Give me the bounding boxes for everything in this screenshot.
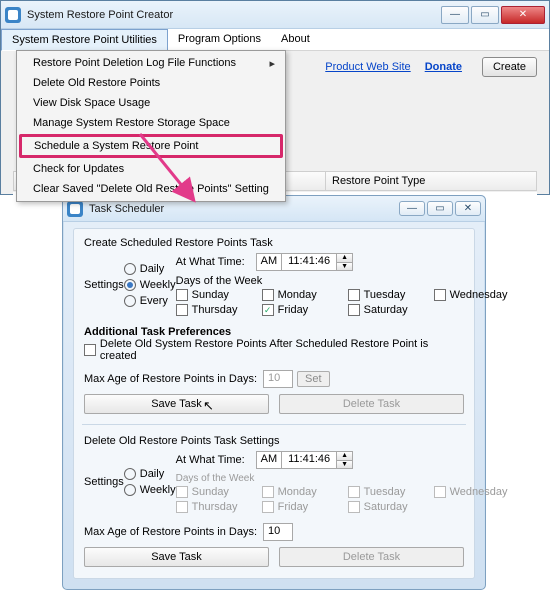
time-label-2: At What Time:: [176, 454, 256, 466]
cursor-icon: ↖: [203, 398, 214, 414]
chk-friday[interactable]: Friday: [262, 304, 348, 316]
time-up-icon[interactable]: ▲: [336, 254, 352, 263]
maximize-button[interactable]: ▭: [471, 6, 499, 24]
scheduler-window: Task Scheduler — ▭ ✕ Create Scheduled Re…: [62, 195, 486, 590]
time-down-icon-2[interactable]: ▼: [336, 461, 352, 469]
delete-task-heading: Delete Old Restore Points Task Settings: [84, 435, 464, 447]
minimize-button[interactable]: —: [441, 6, 469, 24]
dd-schedule[interactable]: Schedule a System Restore Point: [19, 134, 283, 158]
chk-thursday[interactable]: Thursday: [176, 304, 262, 316]
settings-label: Settings: [84, 279, 124, 291]
col-type-header: Restore Point Type: [326, 172, 536, 190]
main-title: System Restore Point Creator: [27, 9, 439, 21]
chk-wednesday[interactable]: Wednesday: [434, 289, 520, 301]
days-label-2: Days of the Week: [176, 473, 520, 484]
donate-link[interactable]: Donate: [425, 61, 462, 73]
scheduler-body: Create Scheduled Restore Points Task Set…: [73, 228, 475, 579]
time-label: At What Time:: [176, 256, 256, 268]
close-button[interactable]: ✕: [501, 6, 545, 24]
maxage-label-2: Max Age of Restore Points in Days:: [84, 526, 257, 538]
save-task-button-2[interactable]: Save Task: [84, 547, 269, 567]
chk-delete-after[interactable]: Delete Old System Restore Points After S…: [84, 338, 464, 362]
radio-weekly[interactable]: Weekly: [124, 279, 176, 291]
menu-utilities[interactable]: System Restore Point Utilities: [1, 29, 168, 51]
time-picker[interactable]: AM 11:41:46 ▲▼: [256, 253, 354, 271]
delete-task-button-2[interactable]: Delete Task: [279, 547, 464, 567]
pref-heading: Additional Task Preferences: [84, 326, 464, 338]
delete-task-button-1[interactable]: Delete Task: [279, 394, 464, 414]
create-task-heading: Create Scheduled Restore Points Task: [84, 237, 464, 249]
dd-delete-old[interactable]: Delete Old Restore Points: [19, 73, 283, 93]
time-down-icon[interactable]: ▼: [336, 263, 352, 271]
main-title-bar: System Restore Point Creator — ▭ ✕: [1, 1, 549, 29]
chk-sunday[interactable]: Sunday: [176, 289, 262, 301]
radio-daily-2[interactable]: Daily: [124, 468, 176, 480]
menu-bar: System Restore Point Utilities Program O…: [1, 29, 549, 51]
dd-disk-usage[interactable]: View Disk Space Usage: [19, 93, 283, 113]
maxage-input-1[interactable]: 10: [263, 370, 293, 388]
chk-saturday[interactable]: Saturday: [348, 304, 434, 316]
scheduler-icon: [67, 201, 83, 217]
time-picker-2[interactable]: AM 11:41:46 ▲▼: [256, 451, 354, 469]
chk-sunday-2: Sunday: [176, 486, 262, 498]
app-icon: [5, 7, 21, 23]
chk-monday-2: Monday: [262, 486, 348, 498]
dd-log-functions[interactable]: Restore Point Deletion Log File Function…: [19, 53, 283, 73]
product-site-link[interactable]: Product Web Site: [325, 61, 410, 73]
create-button[interactable]: Create: [482, 57, 537, 77]
radio-weekly-2[interactable]: Weekly: [124, 484, 176, 496]
dd-clear-saved[interactable]: Clear Saved "Delete Old Restore Points" …: [19, 179, 283, 199]
sched-close-button[interactable]: ✕: [455, 201, 481, 216]
time-up-icon-2[interactable]: ▲: [336, 452, 352, 461]
chk-friday-2: Friday: [262, 501, 348, 513]
maxage-label-1: Max Age of Restore Points in Days:: [84, 373, 257, 385]
dd-storage-space[interactable]: Manage System Restore Storage Space: [19, 113, 283, 133]
chk-saturday-2: Saturday: [348, 501, 434, 513]
chk-thursday-2: Thursday: [176, 501, 262, 513]
radio-every[interactable]: Every: [124, 295, 176, 307]
sched-maximize-button[interactable]: ▭: [427, 201, 453, 216]
save-task-button-1[interactable]: Save Task ↖: [84, 394, 269, 414]
sched-minimize-button[interactable]: —: [399, 201, 425, 216]
chk-tuesday-2: Tuesday: [348, 486, 434, 498]
chk-tuesday[interactable]: Tuesday: [348, 289, 434, 301]
maxage-input-2[interactable]: 10: [263, 523, 293, 541]
radio-daily[interactable]: Daily: [124, 263, 176, 275]
days-label: Days of the Week: [176, 275, 520, 287]
menu-about[interactable]: About: [271, 29, 320, 50]
chk-wednesday-2: Wednesday: [434, 486, 520, 498]
menu-options[interactable]: Program Options: [168, 29, 271, 50]
chk-monday[interactable]: Monday: [262, 289, 348, 301]
scheduler-title: Task Scheduler: [89, 203, 397, 215]
set-button[interactable]: Set: [297, 371, 330, 387]
utilities-dropdown: Restore Point Deletion Log File Function…: [16, 50, 286, 202]
window-controls: — ▭ ✕: [439, 6, 545, 24]
settings-label-2: Settings: [84, 476, 124, 488]
dd-check-updates[interactable]: Check for Updates: [19, 159, 283, 179]
